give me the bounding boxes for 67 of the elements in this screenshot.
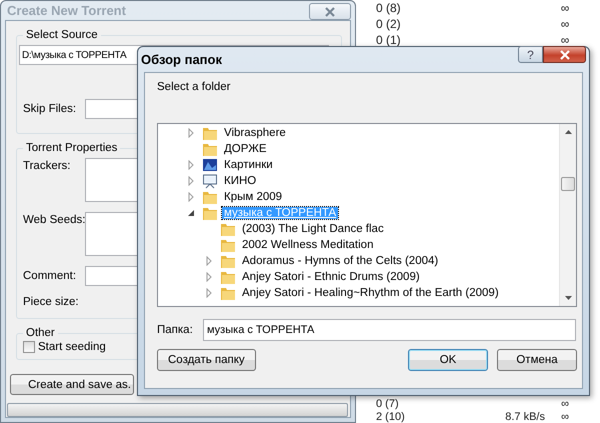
- help-button[interactable]: ?: [518, 46, 543, 63]
- list-cell-text: ∞: [560, 398, 570, 410]
- tree-item[interactable]: ДОРЖЕ: [222, 143, 269, 155]
- folder-icon: [202, 141, 218, 157]
- prompt-text: Select a folder: [157, 81, 232, 93]
- collapse-arrow-icon[interactable]: [186, 208, 196, 218]
- dialog-button[interactable]: OK: [408, 349, 488, 371]
- tree-item[interactable]: Anjey Satori - Healing~Rhythm of the Earth (2009): [240, 287, 501, 299]
- list-cell-text: ∞: [560, 33, 570, 47]
- tree-item[interactable]: Крым 2009: [222, 191, 284, 203]
- close-icon: [558, 50, 570, 60]
- expand-arrow-icon[interactable]: [204, 256, 214, 266]
- expand-arrow-icon[interactable]: [204, 272, 214, 282]
- list-cell-text: 0 (2): [375, 17, 402, 31]
- screen-icon: [202, 173, 218, 189]
- pictures-folder-icon: [202, 157, 218, 173]
- list-cell-text: 2 (10): [375, 410, 406, 422]
- tree-item[interactable]: 2002 Wellness Meditation: [240, 239, 376, 251]
- list-cell-text: ∞: [560, 410, 570, 422]
- tree-item[interactable]: Anjey Satori - Ethnic Drums (2009): [240, 271, 422, 283]
- field-label: Web Seeds:: [23, 213, 85, 226]
- expand-arrow-icon[interactable]: [186, 176, 196, 186]
- list-cell-text: 0 (1): [375, 33, 402, 47]
- create-button[interactable]: Create and save as.: [10, 374, 134, 395]
- list-cell-text: ∞: [560, 17, 570, 31]
- folder-icon: [220, 253, 236, 269]
- field-label: Skip Files:: [23, 103, 78, 115]
- folder-icon: [202, 125, 218, 141]
- folder-icon: [220, 221, 236, 237]
- scroll-thumb[interactable]: [561, 177, 575, 191]
- tree-item[interactable]: (2003) The Light Dance flac: [240, 223, 386, 235]
- group-label: Select Source: [25, 29, 99, 41]
- field-label: Piece size:: [23, 296, 80, 308]
- tree-item[interactable]: Vibrasphere: [222, 127, 288, 139]
- expand-arrow-icon[interactable]: [204, 288, 214, 298]
- expand-arrow-icon[interactable]: [186, 192, 196, 202]
- scrollbar[interactable]: [559, 124, 576, 306]
- folder-icon: [202, 189, 218, 205]
- folder-icon: [220, 237, 236, 253]
- window-title: Create New Torrent: [7, 3, 126, 18]
- dialog-title: Обзор папок: [141, 52, 222, 67]
- group-label: Torrent Properties: [25, 142, 118, 154]
- folder-icon: [202, 205, 218, 221]
- field-label: Comment:: [23, 270, 78, 282]
- tree-item[interactable]: Картинки: [222, 159, 275, 171]
- expand-arrow-icon[interactable]: [186, 160, 196, 170]
- list-cell-text: 0 (8): [375, 1, 402, 15]
- tree-item[interactable]: КИНО: [222, 175, 258, 187]
- scroll-up-icon[interactable]: [564, 129, 572, 135]
- close-button[interactable]: [543, 46, 586, 63]
- list-cell-text: ∞: [560, 1, 570, 15]
- list-cell-text: 8.7 kB/s: [504, 410, 545, 422]
- expand-arrow-icon[interactable]: [186, 128, 196, 138]
- field-label: Trackers:: [23, 159, 72, 172]
- tree-item[interactable]: Adoramus - Hymns of the Celts (2004): [240, 255, 440, 267]
- field-label: Папка:: [157, 324, 193, 336]
- dialog-button[interactable]: Отмена: [497, 349, 577, 371]
- list-cell-text: 0 (7): [375, 398, 400, 410]
- checkbox-label: Start seeding: [38, 341, 106, 353]
- folder-field[interactable]: музыка с ТОРРЕНТА: [203, 319, 576, 341]
- scroll-down-icon[interactable]: [564, 295, 572, 301]
- folder-icon: [220, 269, 236, 285]
- group-label: Other: [25, 327, 56, 339]
- dialog-button[interactable]: Создать папку: [157, 349, 256, 371]
- close-icon: [324, 6, 336, 16]
- folder-icon: [220, 285, 236, 301]
- checkbox[interactable]: [23, 341, 35, 353]
